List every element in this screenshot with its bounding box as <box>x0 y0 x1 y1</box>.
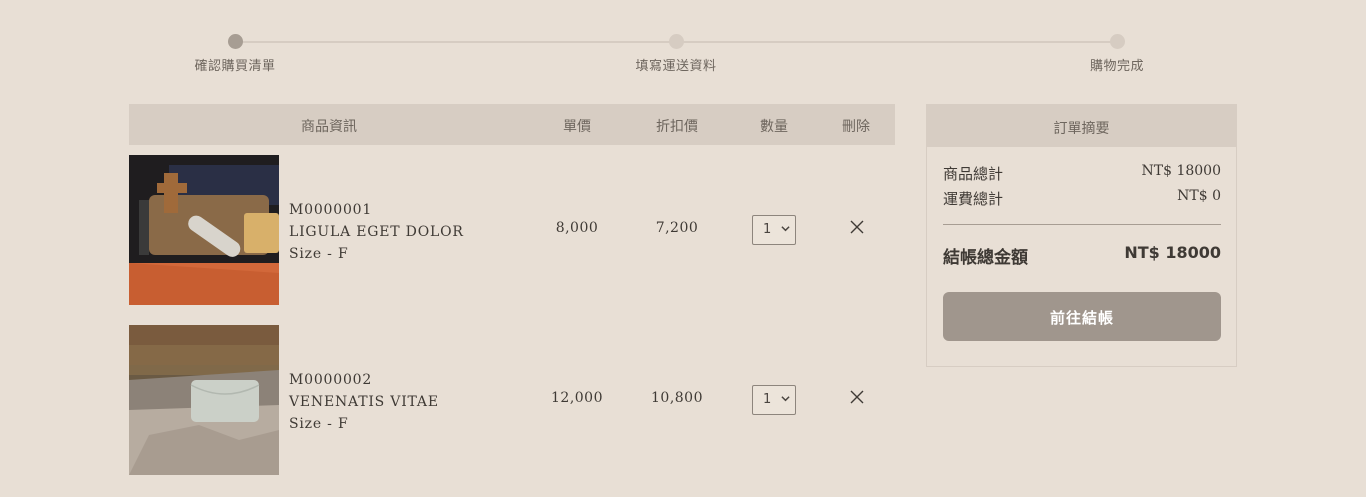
discount-price: 7,200 <box>655 220 699 236</box>
step-dot-confirm <box>228 34 243 49</box>
total-label: 結帳總金額 <box>943 248 1028 268</box>
quantity-value: 1 <box>763 222 772 237</box>
cart-item-row: M0000001 LIGULA EGET DOLOR Size - F 8,00… <box>129 155 895 305</box>
cart-table: 商品資訊 單價 折扣價 數量 刪除 M0000001 LIGULA EGET D… <box>129 104 895 475</box>
header-unit-price: 單價 <box>563 119 591 135</box>
header-delete: 刪除 <box>842 119 870 135</box>
order-summary-title: 訂單摘要 <box>927 105 1236 147</box>
step-label-shipping: 填寫運送資料 <box>635 59 717 74</box>
order-summary: 訂單摘要 商品總計 NT$ 18000 運費總計 NT$ 0 結帳總金額 NT$… <box>926 104 1237 367</box>
product-info: M0000002 VENENATIS VITAE Size - F <box>289 369 439 435</box>
product-code: M0000002 <box>289 372 373 388</box>
product-size: Size - F <box>289 246 349 262</box>
unit-price: 12,000 <box>551 390 603 406</box>
product-image[interactable] <box>129 325 279 475</box>
header-quantity: 數量 <box>760 119 788 135</box>
quantity-select[interactable]: 1 <box>752 385 796 415</box>
close-icon[interactable] <box>847 217 867 237</box>
checkout-progress-stepper: 確認購買清單 填寫運送資料 購物完成 <box>0 0 1366 90</box>
step-dot-complete <box>1110 34 1125 49</box>
product-image[interactable] <box>129 155 279 305</box>
header-discount-price: 折扣價 <box>656 119 698 135</box>
product-name[interactable]: LIGULA EGET DOLOR <box>289 221 464 243</box>
cart-item-row: M0000002 VENENATIS VITAE Size - F 12,000… <box>129 325 895 475</box>
shipping-label: 運費總計 <box>943 190 1004 208</box>
subtotal-label: 商品總計 <box>943 165 1004 183</box>
shipping-value: NT$ 0 <box>1177 188 1221 204</box>
product-info: M0000001 LIGULA EGET DOLOR Size - F <box>289 199 464 265</box>
quantity-value: 1 <box>763 392 772 407</box>
close-icon[interactable] <box>847 387 867 407</box>
summary-divider <box>943 224 1221 225</box>
header-product-info: 商品資訊 <box>301 119 357 135</box>
cart-table-header: 商品資訊 單價 折扣價 數量 刪除 <box>129 104 895 145</box>
step-label-confirm: 確認購買清單 <box>194 59 276 74</box>
product-code: M0000001 <box>289 202 373 218</box>
chevron-down-icon <box>781 393 790 406</box>
step-dot-shipping <box>669 34 684 49</box>
total-value: NT$ 18000 <box>1124 243 1221 262</box>
unit-price: 8,000 <box>555 220 599 236</box>
chevron-down-icon <box>781 223 790 236</box>
subtotal-value: NT$ 18000 <box>1141 163 1221 179</box>
product-size: Size - F <box>289 416 349 432</box>
product-name[interactable]: VENENATIS VITAE <box>289 391 439 413</box>
quantity-select[interactable]: 1 <box>752 215 796 245</box>
discount-price: 10,800 <box>651 390 703 406</box>
step-label-complete: 購物完成 <box>1089 59 1144 74</box>
checkout-button[interactable]: 前往結帳 <box>943 292 1221 341</box>
